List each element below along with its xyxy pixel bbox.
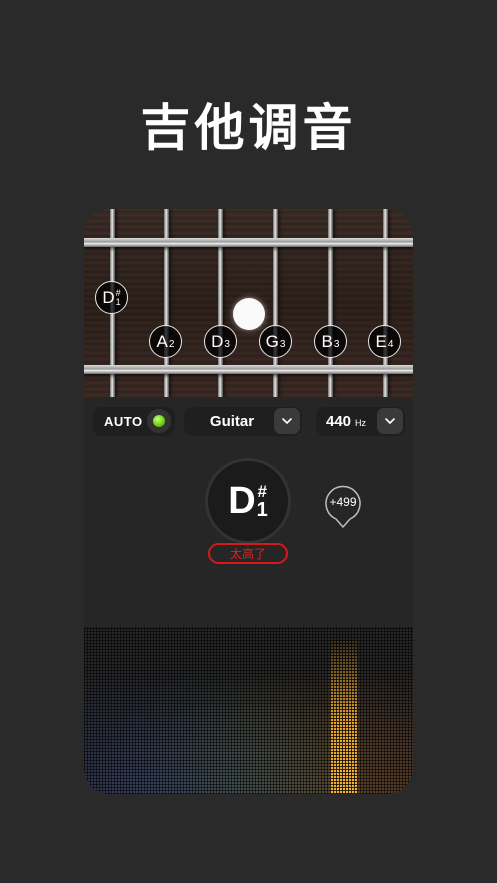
tuning-status-badge: 太高了 — [208, 543, 288, 564]
detected-note-letter: D — [102, 287, 115, 307]
instrument-select[interactable]: Guitar — [184, 406, 302, 436]
page-headline: 吉他调音 — [140, 99, 357, 157]
chevron-down-icon[interactable] — [377, 408, 403, 434]
string-note-letter: D — [211, 331, 224, 351]
string-note-letter: A — [156, 331, 168, 351]
tuner-panel: AUTO Guitar 440 Hz D # 1 太高了 +499 — [84, 397, 413, 794]
string-note-octave: 2 — [168, 339, 175, 350]
string-note-b3[interactable]: B3 — [314, 325, 347, 358]
string-note-letter: B — [321, 331, 333, 351]
string-note-octave: 4 — [387, 339, 394, 350]
auto-status-led-icon — [147, 409, 171, 433]
string-note-d3[interactable]: D3 — [204, 325, 237, 358]
pitch-indicator-dot — [233, 298, 265, 330]
input-level-bar — [330, 640, 357, 794]
current-note-octave: 1 — [256, 499, 268, 521]
fret-bar-top — [84, 238, 413, 247]
string-note-letter: G — [265, 331, 279, 351]
spectrum-visualizer — [84, 627, 413, 794]
reference-frequency-value: 440 — [326, 412, 352, 430]
string-note-octave: 3 — [333, 339, 340, 350]
string-note-letter: E — [375, 331, 387, 351]
string-note-a2[interactable]: A2 — [149, 325, 182, 358]
cents-offset-value: +499 — [329, 495, 357, 509]
string-note-octave: 3 — [279, 339, 286, 350]
string-note-g3[interactable]: G3 — [259, 325, 292, 358]
reference-frequency-unit: Hz — [355, 418, 367, 428]
auto-toggle[interactable]: AUTO — [93, 406, 175, 436]
auto-label: AUTO — [104, 413, 143, 429]
fretboard: D # 1 A2 D3 G3 B3 E4 — [84, 209, 413, 399]
string-note-e4[interactable]: E4 — [368, 325, 401, 358]
current-note-display: D # 1 — [208, 461, 288, 541]
chevron-down-icon[interactable] — [274, 408, 300, 434]
fret-bar-bottom — [84, 365, 413, 374]
string-note-octave: 3 — [224, 339, 230, 350]
detected-note-octave: 1 — [115, 296, 121, 307]
tuner-app-screen: D # 1 A2 D3 G3 B3 E4 AUTO Guitar 440 Hz … — [84, 209, 413, 794]
current-note-letter: D — [228, 479, 256, 522]
detected-note-marker: D # 1 — [95, 281, 128, 314]
reference-frequency-select[interactable]: 440 Hz — [316, 406, 405, 436]
